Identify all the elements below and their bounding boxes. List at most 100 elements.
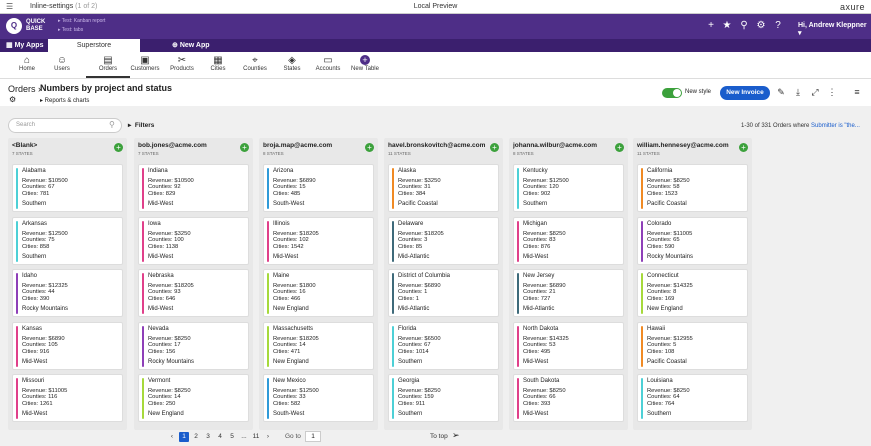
filter-criteria-link[interactable]: Submitter is "the...: [811, 123, 860, 129]
kanban-card[interactable]: Arizona Revenue: $6890 Counties: 15 Cities:…: [263, 164, 374, 212]
new-style-toggle[interactable]: [662, 88, 682, 98]
kanban-card[interactable]: Maine Revenue: $1800 Counties: 16 Cities: 4…: [263, 269, 374, 317]
page-4[interactable]: 4: [215, 433, 225, 440]
kanban-card[interactable]: Georgia Revenue: $8250 Counties: 159 Cities…: [388, 374, 499, 422]
card-region: Southern: [398, 359, 423, 365]
kanban-card[interactable]: Missouri Revenue: $11005 Counties: 116 Citi…: [12, 374, 123, 422]
kanban-card[interactable]: Alaska Revenue: $3250 Counties: 31 Cities: …: [388, 164, 499, 212]
kanban-column: broja.map@acme.com 8 STATES + Arizona Revenu…: [259, 138, 378, 430]
add-card-button[interactable]: +: [739, 143, 748, 152]
kanban-card[interactable]: Illinois Revenue: $18205 Counties: 102 Citi…: [263, 217, 374, 265]
kanban-card[interactable]: Florida Revenue: $6500 Counties: 67 Cities:…: [388, 322, 499, 370]
card-region: Mid-Atlantic: [523, 306, 555, 312]
card-state-name: Maine: [273, 273, 290, 279]
page-1[interactable]: 1: [179, 432, 189, 442]
card-stats: Revenue: $6890 Counties: 1 Cities: 1: [398, 283, 441, 302]
more-options-icon[interactable]: ⋮: [826, 87, 838, 98]
kanban-card[interactable]: North Dakota Revenue: $14325 Counties: 53 C…: [513, 322, 624, 370]
region-color-bar: [517, 378, 519, 419]
new-app-button[interactable]: ⊕ New App: [172, 41, 210, 49]
column-state-count: 8 STATES: [263, 151, 284, 156]
kanban-card[interactable]: Kentucky Revenue: $12500 Counties: 120 Citi…: [513, 164, 624, 212]
kanban-card[interactable]: Iowa Revenue: $3250 Counties: 100 Cities: 1…: [138, 217, 249, 265]
test-link-kanban[interactable]: ▸ Test: Kanban report: [58, 17, 105, 26]
tab-users[interactable]: ☺ Users: [40, 55, 84, 72]
add-card-button[interactable]: +: [365, 143, 374, 152]
search-icon[interactable]: ⚲: [737, 20, 751, 31]
gear-icon[interactable]: ⚙: [9, 95, 16, 104]
kanban-card[interactable]: District of Columbia Revenue: $6890 Counti…: [388, 269, 499, 317]
kanban-card[interactable]: Arkansas Revenue: $12500 Counties: 75 Citie…: [12, 217, 123, 265]
kanban-card[interactable]: Connecticut Revenue: $14325 Counties: 8 Cit…: [637, 269, 748, 317]
add-icon[interactable]: +: [704, 20, 718, 31]
customize-icon[interactable]: ≡: [851, 87, 863, 97]
region-color-bar: [16, 221, 18, 262]
kanban-card[interactable]: Massachusetts Revenue: $18205 Counties: 14…: [263, 322, 374, 370]
card-cities: Cities: 466: [273, 295, 301, 302]
page-11[interactable]: 11: [251, 433, 261, 440]
kanban-card[interactable]: New Jersey Revenue: $6890 Counties: 21 Citi…: [513, 269, 624, 317]
add-card-button[interactable]: +: [615, 143, 624, 152]
user-menu[interactable]: Hi, Andrew Kleppner ▾: [798, 22, 871, 37]
card-cities: Cities: 582: [273, 400, 301, 407]
kanban-card[interactable]: Delaware Revenue: $18205 Counties: 3 Cities…: [388, 217, 499, 265]
kanban-card[interactable]: South Dakota Revenue: $8250 Counties: 66 Ci…: [513, 374, 624, 422]
kanban-card[interactable]: Idaho Revenue: $12325 Counties: 44 Cities: …: [12, 269, 123, 317]
card-stats: Revenue: $3250 Counties: 31 Cities: 384: [398, 178, 441, 197]
menu-icon[interactable]: ☰: [6, 2, 13, 11]
card-region: Southern: [22, 254, 47, 260]
card-state-name: New Jersey: [523, 273, 555, 279]
settings-icon[interactable]: ⚙: [754, 20, 768, 31]
add-card-button[interactable]: +: [114, 143, 123, 152]
kanban-card[interactable]: New Mexico Revenue: $12500 Counties: 33 Cit…: [263, 374, 374, 422]
kanban-card[interactable]: Hawaii Revenue: $12955 Counties: 5 Cities: …: [637, 322, 748, 370]
tab-new-table[interactable]: + New Table: [343, 55, 387, 72]
test-link-tabs[interactable]: ▸ Test: tabs: [58, 26, 105, 35]
kanban-card[interactable]: Michigan Revenue: $8250 Counties: 83 Cities…: [513, 217, 624, 265]
card-stats: Revenue: $11005 Counties: 116 Cities: 1261: [22, 388, 67, 407]
reports-charts-link[interactable]: ▸ Reports & charts: [40, 97, 89, 104]
add-card-button[interactable]: +: [240, 143, 249, 152]
help-icon[interactable]: ?: [771, 20, 785, 31]
page-5[interactable]: 5: [227, 433, 237, 440]
page-3[interactable]: 3: [203, 433, 213, 440]
breadcrumb-table[interactable]: Orders ›: [8, 84, 41, 94]
card-stats: Revenue: $11005 Counties: 65 Cities: 590: [647, 231, 692, 250]
card-region: Rocky Mountains: [22, 306, 69, 312]
filters-toggle[interactable]: ▸ Filters: [128, 121, 154, 129]
window-title: Local Preview: [413, 3, 458, 10]
download-icon[interactable]: ⤓: [792, 87, 804, 98]
kanban-card[interactable]: Louisiana Revenue: $8250 Counties: 64 Citie…: [637, 374, 748, 422]
search-input[interactable]: Search ⚲: [8, 118, 122, 133]
kanban-card[interactable]: Vermont Revenue: $8250 Counties: 14 Cities:…: [138, 374, 249, 422]
next-page-button[interactable]: ›: [263, 433, 273, 440]
card-region: Mid-Atlantic: [398, 254, 430, 260]
kanban-card[interactable]: Colorado Revenue: $11005 Counties: 65 Citie…: [637, 217, 748, 265]
kanban-card[interactable]: Nebraska Revenue: $18205 Counties: 93 Citie…: [138, 269, 249, 317]
kanban-card[interactable]: Alabama Revenue: $10500 Counties: 67 Cities…: [12, 164, 123, 212]
card-cities: Cities: 393: [523, 400, 551, 407]
star-icon[interactable]: ★: [720, 20, 734, 31]
new-invoice-button[interactable]: New Invoice: [720, 86, 770, 100]
kanban-card[interactable]: Kansas Revenue: $6890 Counties: 105 Cities:…: [12, 322, 123, 370]
expand-icon[interactable]: ⤢: [809, 87, 821, 98]
goto-input[interactable]: 1: [305, 431, 321, 442]
edit-icon[interactable]: ✎: [775, 87, 787, 98]
quickbase-logo-text: QUICK BASE: [26, 19, 46, 32]
users-icon: ☺: [56, 55, 68, 66]
new-style-label: New style: [685, 89, 712, 95]
prev-page-button[interactable]: ‹: [167, 433, 177, 440]
current-app-tab[interactable]: Superstore: [48, 39, 140, 52]
page-2[interactable]: 2: [191, 433, 201, 440]
quickbase-logo-icon[interactable]: Q: [6, 18, 22, 34]
kanban-card[interactable]: Indiana Revenue: $10500 Counties: 92 Cities…: [138, 164, 249, 212]
kanban-card[interactable]: Nevada Revenue: $8250 Counties: 17 Cities: …: [138, 322, 249, 370]
my-apps-button[interactable]: ▦ My Apps: [6, 41, 43, 49]
kanban-card[interactable]: California Revenue: $8250 Counties: 58 Citi…: [637, 164, 748, 212]
card-cities: Cities: 1014: [398, 348, 429, 355]
to-top-button[interactable]: To top: [430, 433, 448, 440]
add-card-button[interactable]: +: [490, 143, 499, 152]
region-color-bar: [641, 273, 643, 314]
card-stats: Revenue: $8250 Counties: 17 Cities: 156: [148, 336, 191, 355]
card-cities: Cities: 85: [398, 243, 423, 250]
